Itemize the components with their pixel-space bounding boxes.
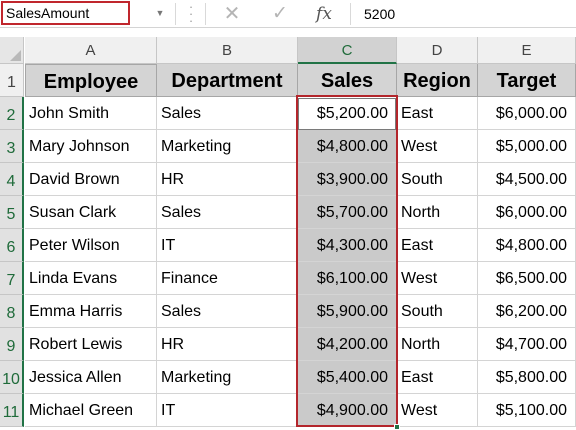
table-cell[interactable]: $4,300.00 <box>298 229 397 262</box>
table-cell[interactable]: $6,000.00 <box>478 196 576 229</box>
table-header-cell[interactable]: Target <box>478 64 576 97</box>
table-cell[interactable]: Sales <box>157 295 298 328</box>
formula-bar-divider <box>205 3 206 25</box>
column-header-b[interactable]: B <box>157 37 298 64</box>
enter-icon[interactable]: ✓ <box>268 2 292 26</box>
table-cell[interactable]: South <box>397 295 478 328</box>
row-header-8[interactable]: 8 <box>0 295 24 328</box>
toolbar-gap <box>0 28 576 37</box>
table-cell[interactable]: Peter Wilson <box>25 229 157 262</box>
table-cell[interactable]: East <box>397 229 478 262</box>
table-cell[interactable]: IT <box>157 229 298 262</box>
spreadsheet-grid: ABCDE 1 2 3 4 5 6 7 8 9 10 11 Employee Department Sa… <box>0 37 576 430</box>
table-cell[interactable]: $4,800.00 <box>478 229 576 262</box>
column-header-c[interactable]: C <box>298 37 397 64</box>
table-cell[interactable]: $5,000.00 <box>478 130 576 163</box>
table-cell[interactable]: $5,800.00 <box>478 361 576 394</box>
more-options-icon[interactable]: · · · <box>186 0 196 27</box>
row-header-6[interactable]: 6 <box>0 229 24 262</box>
table-cell[interactable]: $3,900.00 <box>298 163 397 196</box>
active-cell[interactable]: $5,200.00 <box>298 97 397 130</box>
formula-bar: SalesAmount ▼ · · · ✕ ✓ fx 5200 <box>0 0 576 28</box>
table-cell[interactable]: Susan Clark <box>25 196 157 229</box>
table-cell[interactable]: $4,500.00 <box>478 163 576 196</box>
table-cell[interactable]: $6,500.00 <box>478 262 576 295</box>
table-cell[interactable]: Robert Lewis <box>25 328 157 361</box>
table-cell[interactable]: East <box>397 361 478 394</box>
table-cell[interactable]: $6,200.00 <box>478 295 576 328</box>
fill-handle[interactable] <box>394 424 400 430</box>
row-header-2[interactable]: 2 <box>0 97 24 130</box>
formula-input[interactable]: 5200 <box>352 1 576 27</box>
select-all-button[interactable] <box>0 37 24 64</box>
table-cell[interactable]: East <box>397 97 478 130</box>
table-cell[interactable]: Sales <box>157 97 298 130</box>
table-cell[interactable]: $4,800.00 <box>298 130 397 163</box>
row-header-9[interactable]: 9 <box>0 328 24 361</box>
table-header-cell[interactable]: Department <box>157 64 298 97</box>
name-box[interactable]: SalesAmount <box>1 1 130 25</box>
table-cell[interactable]: David Brown <box>25 163 157 196</box>
row-header-1[interactable]: 1 <box>0 64 24 97</box>
row-header-11[interactable]: 11 <box>0 394 24 427</box>
row-header-7[interactable]: 7 <box>0 262 24 295</box>
table-cell[interactable]: North <box>397 196 478 229</box>
row-header-10[interactable]: 10 <box>0 361 24 394</box>
table-cell[interactable]: Michael Green <box>25 394 157 427</box>
table-cell[interactable]: North <box>397 328 478 361</box>
table-cell[interactable]: South <box>397 163 478 196</box>
row-header-5[interactable]: 5 <box>0 196 24 229</box>
table-cell[interactable]: Marketing <box>157 361 298 394</box>
table-cell[interactable]: Jessica Allen <box>25 361 157 394</box>
table-cell[interactable]: $5,900.00 <box>298 295 397 328</box>
formula-bar-divider <box>350 3 351 25</box>
table-cell[interactable]: $6,100.00 <box>298 262 397 295</box>
row-header-3[interactable]: 3 <box>0 130 24 163</box>
table-header-cell[interactable]: Sales <box>298 64 397 97</box>
table-cell[interactable]: HR <box>157 163 298 196</box>
table-cell[interactable]: West <box>397 394 478 427</box>
table-cell[interactable]: HR <box>157 328 298 361</box>
table-cell[interactable]: $6,000.00 <box>478 97 576 130</box>
table-cell[interactable]: $4,900.00 <box>298 394 397 427</box>
table-cell[interactable]: John Smith <box>25 97 157 130</box>
table-cell[interactable]: $4,700.00 <box>478 328 576 361</box>
row-header-4[interactable]: 4 <box>0 163 24 196</box>
table-cell[interactable]: $5,700.00 <box>298 196 397 229</box>
table-cell[interactable]: IT <box>157 394 298 427</box>
insert-function-icon[interactable]: fx <box>311 2 337 26</box>
column-header-d[interactable]: D <box>397 37 478 64</box>
table-cell[interactable]: $4,200.00 <box>298 328 397 361</box>
table-header-cell[interactable]: Employee <box>25 64 157 97</box>
formula-bar-divider <box>175 3 176 25</box>
table-cell[interactable]: West <box>397 262 478 295</box>
table-cell[interactable]: Linda Evans <box>25 262 157 295</box>
column-header-a[interactable]: A <box>25 37 157 64</box>
table-cell[interactable]: West <box>397 130 478 163</box>
table-cell[interactable]: Mary Johnson <box>25 130 157 163</box>
table-header-cell[interactable]: Region <box>397 64 478 97</box>
table-cell[interactable]: Finance <box>157 262 298 295</box>
chevron-down-icon[interactable]: ▼ <box>152 4 168 22</box>
table-cell[interactable]: $5,100.00 <box>478 394 576 427</box>
cancel-icon[interactable]: ✕ <box>220 2 244 26</box>
table-cell[interactable]: Marketing <box>157 130 298 163</box>
table-cell[interactable]: Sales <box>157 196 298 229</box>
column-header-e[interactable]: E <box>478 37 576 64</box>
table-cell[interactable]: Emma Harris <box>25 295 157 328</box>
table-cell[interactable]: $5,400.00 <box>298 361 397 394</box>
